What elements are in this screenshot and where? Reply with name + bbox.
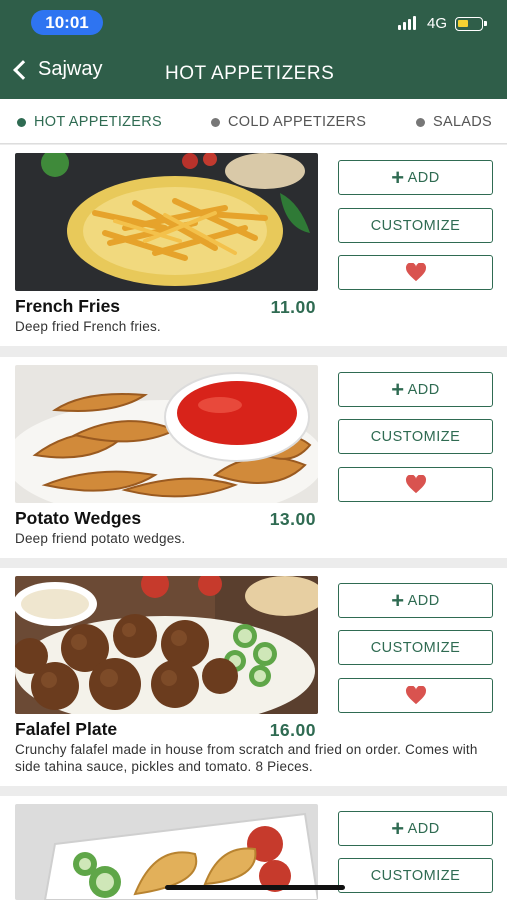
item-description: Deep fried French fries.: [15, 319, 161, 334]
customize-label: CUSTOMIZE: [370, 428, 461, 445]
add-button[interactable]: + ADD: [338, 583, 493, 618]
heart-icon: [405, 686, 426, 705]
dot-icon: [211, 117, 220, 127]
tab-label: SALADS: [433, 114, 493, 130]
item-name: Potato Wedges: [15, 508, 142, 528]
battery-icon: [455, 17, 487, 31]
favorite-button[interactable]: [338, 467, 493, 502]
add-label: ADD: [407, 592, 440, 609]
home-indicator[interactable]: [165, 885, 345, 890]
item-name: Falafel Plate: [15, 719, 118, 739]
item-description: Deep friend potato wedges.: [15, 531, 186, 546]
customize-button[interactable]: CUSTOMIZE: [338, 208, 493, 243]
add-button[interactable]: + ADD: [338, 160, 493, 195]
add-label: ADD: [407, 381, 440, 398]
tab-salads[interactable]: SALADS: [416, 114, 492, 130]
page-title: HOT APPETIZERS: [165, 63, 335, 84]
chevron-left-icon: [13, 59, 33, 80]
network-type: 4G: [427, 15, 448, 32]
customize-label: CUSTOMIZE: [370, 867, 461, 884]
header-bar: 10:01 4G Sajway HOT APPETIZERS: [0, 0, 507, 99]
plus-icon: +: [391, 376, 405, 402]
back-label: Sajway: [38, 58, 103, 80]
item-description: Crunchy falafel made in house from scrat…: [15, 742, 478, 774]
potato-wedges-image: [15, 365, 318, 503]
active-dot-icon: [17, 117, 26, 127]
french-fries-image: [15, 153, 318, 291]
customize-button[interactable]: CUSTOMIZE: [338, 630, 493, 665]
add-button[interactable]: + ADD: [338, 811, 493, 846]
menu-item-card[interactable]: French Fries 11.00 Deep fried French fri…: [0, 145, 507, 346]
status-bar: 10:01 4G: [0, 0, 507, 44]
add-button[interactable]: + ADD: [338, 372, 493, 407]
signal-icon: [398, 16, 416, 30]
customize-label: CUSTOMIZE: [370, 639, 461, 656]
customize-button[interactable]: CUSTOMIZE: [338, 858, 493, 893]
falafel-plate-image: [15, 576, 318, 714]
add-label: ADD: [407, 820, 440, 837]
heart-icon: [405, 263, 426, 282]
item-name: French Fries: [15, 296, 121, 316]
tab-label: COLD APPETIZERS: [228, 114, 367, 130]
status-time: 10:01: [31, 10, 103, 35]
dot-icon: [416, 117, 425, 127]
back-button[interactable]: Sajway: [10, 58, 102, 81]
tab-hot-appetizers[interactable]: HOT APPETIZERS: [17, 114, 162, 130]
plus-icon: +: [391, 815, 405, 841]
menu-item-card[interactable]: Falafel Plate 16.00 Crunchy falafel made…: [0, 568, 507, 786]
heart-icon: [405, 475, 426, 494]
category-tabs: HOT APPETIZERS COLD APPETIZERS SALADS: [0, 99, 507, 144]
customize-label: CUSTOMIZE: [370, 217, 461, 234]
plus-icon: +: [391, 164, 405, 190]
customize-button[interactable]: CUSTOMIZE: [338, 419, 493, 454]
item-price: 11.00: [270, 297, 316, 317]
add-label: ADD: [407, 169, 440, 186]
tab-cold-appetizers[interactable]: COLD APPETIZERS: [211, 114, 366, 130]
item-price: 16.00: [269, 720, 316, 740]
plus-icon: +: [391, 587, 405, 613]
menu-item-card[interactable]: Potato Wedges 13.00 Deep friend potato w…: [0, 357, 507, 558]
tab-label: HOT APPETIZERS: [34, 114, 163, 130]
item-price: 13.00: [269, 509, 316, 529]
favorite-button[interactable]: [338, 255, 493, 290]
favorite-button[interactable]: [338, 678, 493, 713]
